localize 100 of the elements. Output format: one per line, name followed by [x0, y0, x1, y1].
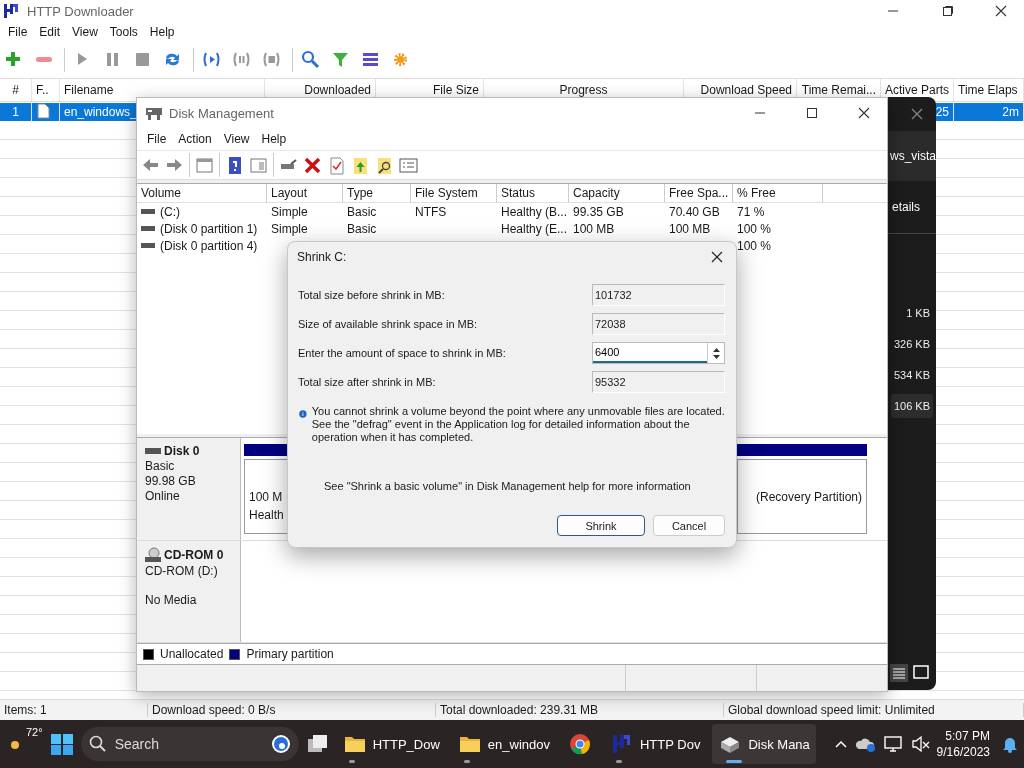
partition-box[interactable]: (Recovery Partition): [737, 459, 867, 534]
column-header[interactable]: Capacity: [569, 184, 665, 202]
table-cell: Basic: [347, 204, 377, 219]
legend-label: Unallocated: [160, 647, 224, 661]
arrow-up-icon[interactable]: [712, 347, 720, 352]
column-header[interactable]: Time Elaps: [954, 79, 1024, 101]
table-cell: Healthy (E...: [501, 221, 568, 236]
status-text: Total downloaded: 239.31 MB: [436, 703, 724, 717]
column-header[interactable]: Free Spa...: [665, 184, 733, 202]
menu-item[interactable]: File: [2, 25, 34, 39]
menu-item[interactable]: File: [141, 132, 173, 146]
file-size-text[interactable]: 534 KB: [890, 363, 933, 387]
status-text: Global download speed limit: Unlimited: [724, 703, 1024, 717]
details-button[interactable]: etails: [892, 200, 920, 214]
arrow-down-icon[interactable]: [712, 354, 720, 359]
cd-drive-icon: [145, 546, 161, 563]
tab-title[interactable]: ws_vista: [890, 149, 936, 163]
help-text: See "Shrink a basic volume" in Disk Management help for more information: [324, 479, 692, 493]
file-size-text[interactable]: 106 KB: [890, 394, 933, 418]
menu-item[interactable]: Tools: [103, 25, 144, 39]
taskbar-app[interactable]: HTTP_Dow: [336, 724, 446, 764]
bing-icon: [270, 734, 291, 754]
field-label: Size of available shrink space in MB:: [298, 318, 479, 330]
column-header[interactable]: % Free: [733, 184, 823, 202]
menu-item[interactable]: Help: [255, 132, 293, 146]
maximize-button[interactable]: [805, 107, 819, 119]
table-cell: Simple: [271, 204, 308, 219]
readonly-field[interactable]: 95332: [592, 371, 725, 393]
column-header[interactable]: Layout: [267, 184, 343, 202]
file-size-text[interactable]: 326 KB: [890, 332, 933, 356]
table-cell: (Disk 0 partition 1): [160, 221, 258, 236]
partition-status: (Recovery Partition): [755, 490, 862, 504]
menu-item[interactable]: Action: [172, 132, 218, 146]
table-cell: (C:): [160, 204, 180, 219]
column-header[interactable]: Volume: [137, 184, 267, 202]
disk-info-text: Online: [145, 489, 181, 503]
menu-item[interactable]: View: [66, 25, 104, 39]
window-title: Disk Management: [169, 105, 274, 121]
table-cell: Healthy (B...: [501, 204, 568, 219]
table-cell: 70.40 GB: [669, 204, 720, 219]
readonly-field[interactable]: 101732: [592, 284, 725, 306]
dialog-button[interactable]: Cancel: [653, 515, 725, 536]
column-header[interactable]: File System: [411, 184, 497, 202]
app-logo-icon: [3, 2, 19, 20]
search-field[interactable]: Search: [80, 727, 299, 761]
table-cell: 100 MB: [573, 221, 615, 236]
column-header[interactable]: #: [0, 79, 32, 101]
maximize-button[interactable]: [940, 5, 954, 17]
number-spinner[interactable]: 6400: [592, 342, 725, 364]
disk-name: Disk 0: [164, 444, 200, 458]
table-cell: 2m: [954, 103, 1024, 121]
monitor-icon[interactable]: [882, 735, 905, 753]
legend-label: Primary partition: [246, 647, 334, 661]
speaker-muted-icon[interactable]: [910, 735, 931, 753]
delete-icon[interactable]: [303, 155, 322, 175]
table-cell: NTFS: [415, 204, 447, 219]
menu-item[interactable]: Help: [143, 25, 181, 39]
column-header[interactable]: Status: [497, 184, 569, 202]
close-button[interactable]: [710, 250, 724, 264]
close-icon[interactable]: [910, 107, 924, 121]
table-cell: 100 %: [737, 238, 772, 253]
table-cell: 100 MB: [669, 221, 711, 236]
folder-search-icon[interactable]: [375, 155, 394, 175]
table-cell[interactable]: 1: [0, 103, 32, 121]
status-text: Download speed: 0 B/s: [148, 703, 436, 717]
menu-item[interactable]: Edit: [33, 25, 67, 39]
clock[interactable]: 5:07 PM 9/16/2023: [936, 728, 990, 760]
temperature-text[interactable]: 72°: [26, 726, 43, 738]
checklist-icon[interactable]: [327, 155, 346, 175]
table-cell: 99.35 GB: [573, 204, 624, 219]
table-cell: Basic: [347, 221, 377, 236]
taskbar-app[interactable]: en_windov: [451, 724, 556, 764]
file-size-text[interactable]: 1 KB: [903, 301, 933, 325]
disk-info-text: 99.98 GB: [145, 474, 197, 488]
column-header[interactable]: Type: [343, 184, 411, 202]
info-text: You cannot shrink a volume beyond the point where any unmovable files are located. See the "defrag" event in the Application log for detailed information about the operation when it has completed.: [311, 405, 726, 444]
field-label: Total size after shrink in MB:: [298, 376, 437, 388]
partition-size: 100 M: [249, 490, 284, 504]
field-label: Total size before shrink in MB:: [298, 289, 446, 301]
dialog-button[interactable]: Shrink: [557, 515, 645, 536]
start-icon[interactable]: [48, 732, 75, 756]
taskbar-app[interactable]: HTTP Dov: [604, 724, 707, 764]
folder-up-icon[interactable]: [351, 155, 370, 175]
disk-info-text: Basic: [145, 459, 176, 473]
dialog-title: Shrink C:: [297, 250, 347, 264]
browser-icon: [568, 732, 592, 756]
table-cell: Simple: [271, 221, 308, 236]
table-cell: (Disk 0 partition 4): [160, 238, 258, 253]
volume-icon: [141, 241, 155, 250]
bell-icon[interactable]: [1002, 735, 1018, 753]
taskbar-app[interactable]: Disk Mana: [712, 724, 816, 764]
close-button[interactable]: [857, 107, 871, 119]
readonly-field[interactable]: 72038: [592, 313, 725, 335]
disk-name: CD-ROM 0: [164, 547, 224, 562]
tiles-view-icon[interactable]: [912, 664, 930, 682]
column-header[interactable]: F..: [32, 79, 60, 101]
menu-item[interactable]: View: [217, 132, 256, 146]
panel-icon[interactable]: [195, 155, 214, 175]
details-view-icon[interactable]: [890, 664, 908, 682]
close-button[interactable]: [994, 5, 1008, 17]
